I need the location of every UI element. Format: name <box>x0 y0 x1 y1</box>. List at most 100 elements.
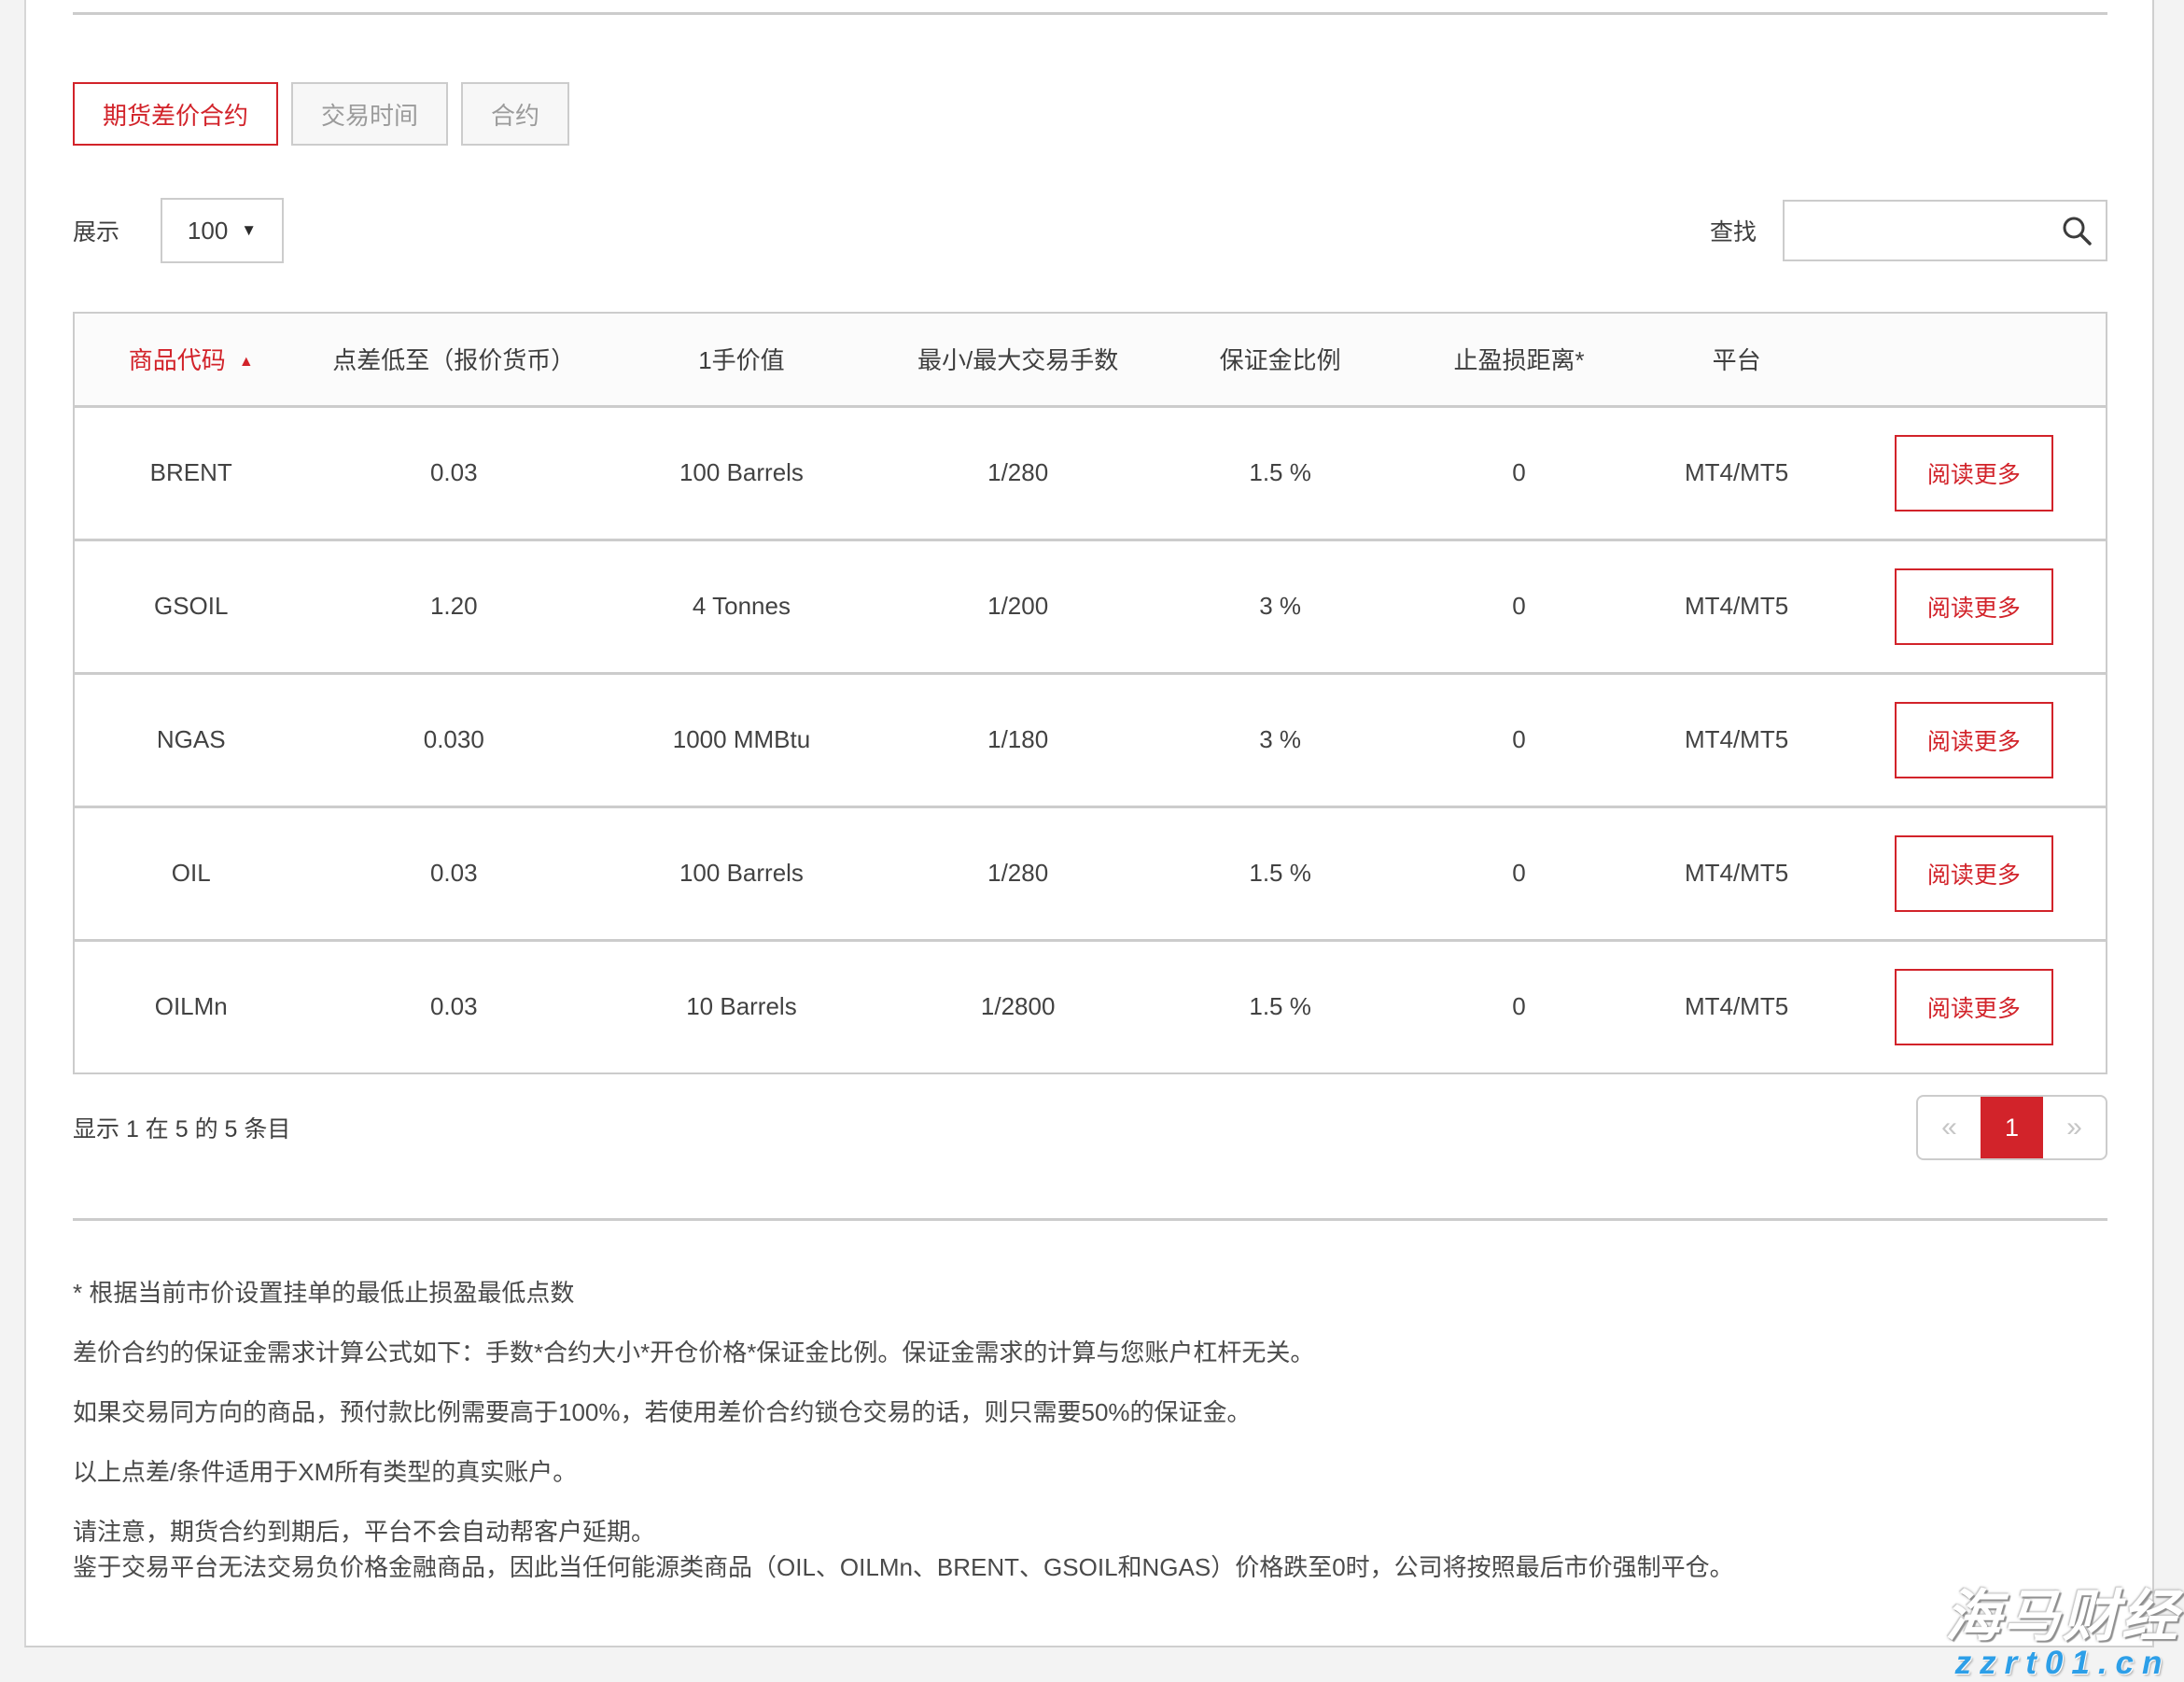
column-label: 点差低至（报价货币） <box>332 346 575 374</box>
note-margin-formula: 差价合约的保证金需求计算公式如下：手数*合约大小*开仓价格*保证金比例。保证金需… <box>73 1335 2107 1370</box>
column-header-min-max[interactable]: 最小/最大交易手数 <box>883 313 1154 406</box>
note-hedged-margin: 如果交易同方向的商品，预付款比例需要高于100%，若使用差价合约锁仓交易的话，则… <box>73 1395 2107 1430</box>
column-header-stop-distance[interactable]: 止盈损距离* <box>1407 313 1631 406</box>
cell-margin: 1.5 % <box>1154 940 1407 1073</box>
cell-platform: MT4/MT5 <box>1631 673 1842 806</box>
cell-stop-distance: 0 <box>1407 673 1631 806</box>
caret-down-icon: ▼ <box>241 221 257 240</box>
page-size-value: 100 <box>188 217 228 245</box>
show-label: 展示 <box>73 214 119 247</box>
cell-min-max: 1/280 <box>883 806 1154 940</box>
cell-stop-distance: 0 <box>1407 406 1631 540</box>
table-controls: 展示 100 ▼ 查找 <box>73 198 2107 263</box>
cell-lot-value: 100 Barrels <box>600 406 883 540</box>
read-more-button[interactable]: 阅读更多 <box>1895 835 2053 912</box>
cell-min-max: 1/2800 <box>883 940 1154 1073</box>
cell-action: 阅读更多 <box>1842 406 2107 540</box>
table-row: OILMn 0.03 10 Barrels 1/2800 1.5 % 0 MT4… <box>74 940 2107 1073</box>
table-footer: 显示 1 在 5 的 5 条目 « 1 » <box>73 1095 2107 1160</box>
tab-bar: 期货差价合约 交易时间 合约 <box>73 82 2107 146</box>
watermark-url: zzrt01.cn <box>1945 1645 2180 1682</box>
cell-spread: 1.20 <box>307 540 600 673</box>
table-row: NGAS 0.030 1000 MMBtu 1/180 3 % 0 MT4/MT… <box>74 673 2107 806</box>
table-header-row: 商品代码 ▲ 点差低至（报价货币） 1手价值 最小/最大交易手数 保证金比例 止盈… <box>74 313 2107 406</box>
note-expiry: 请注意，期货合约到期后，平台不会自动帮客户延期。 <box>73 1514 2107 1549</box>
cell-lot-value: 100 Barrels <box>600 806 883 940</box>
table-row: GSOIL 1.20 4 Tonnes 1/200 3 % 0 MT4/MT5 … <box>74 540 2107 673</box>
read-more-button[interactable]: 阅读更多 <box>1895 969 2053 1045</box>
content-panel: 期货差价合约 交易时间 合约 展示 100 ▼ 查找 <box>24 0 2154 1647</box>
note-negative-prices: 鉴于交易平台无法交易负价格金融商品，因此当任何能源类商品（OIL、OILMn、B… <box>73 1549 2107 1585</box>
column-label: 保证金比例 <box>1220 346 1341 374</box>
cell-action: 阅读更多 <box>1842 540 2107 673</box>
search-label: 查找 <box>1710 214 1757 247</box>
pagination-next-button[interactable]: » <box>2043 1097 2106 1158</box>
cell-action: 阅读更多 <box>1842 673 2107 806</box>
cell-stop-distance: 0 <box>1407 940 1631 1073</box>
column-header-platform[interactable]: 平台 <box>1631 313 1842 406</box>
cell-lot-value: 4 Tonnes <box>600 540 883 673</box>
cell-spread: 0.030 <box>307 673 600 806</box>
cell-platform: MT4/MT5 <box>1631 940 1842 1073</box>
cell-margin: 1.5 % <box>1154 406 1407 540</box>
tab-trading-hours[interactable]: 交易时间 <box>291 82 448 146</box>
cell-spread: 0.03 <box>307 406 600 540</box>
cell-platform: MT4/MT5 <box>1631 540 1842 673</box>
note-stop-levels: * 根据当前市价设置挂单的最低止损盈最低点数 <box>73 1275 2107 1311</box>
page-size-select[interactable]: 100 ▼ <box>161 198 284 263</box>
cell-margin: 3 % <box>1154 673 1407 806</box>
column-label: 止盈损距离* <box>1453 346 1584 374</box>
instruments-table: 商品代码 ▲ 点差低至（报价货币） 1手价值 最小/最大交易手数 保证金比例 止盈… <box>73 312 2107 1074</box>
column-label: 平台 <box>1713 346 1761 374</box>
tab-label: 交易时间 <box>321 97 418 132</box>
cell-stop-distance: 0 <box>1407 806 1631 940</box>
cell-action: 阅读更多 <box>1842 940 2107 1073</box>
read-more-button[interactable]: 阅读更多 <box>1895 435 2053 512</box>
column-label: 1手价值 <box>698 346 784 374</box>
search-icon[interactable] <box>2061 215 2093 251</box>
cell-symbol: BRENT <box>74 406 307 540</box>
cell-action: 阅读更多 <box>1842 806 2107 940</box>
cell-lot-value: 1000 MMBtu <box>600 673 883 806</box>
pagination-prev-button[interactable]: « <box>1918 1097 1981 1158</box>
search-area: 查找 <box>1710 200 2107 261</box>
notes-section: * 根据当前市价设置挂单的最低止损盈最低点数 差价合约的保证金需求计算公式如下：… <box>73 1275 2107 1585</box>
read-more-button[interactable]: 阅读更多 <box>1895 568 2053 645</box>
cell-symbol: GSOIL <box>74 540 307 673</box>
column-header-actions <box>1842 313 2107 406</box>
pagination: « 1 » <box>1916 1095 2107 1160</box>
top-divider <box>73 12 2107 15</box>
cell-platform: MT4/MT5 <box>1631 806 1842 940</box>
column-label: 最小/最大交易手数 <box>917 346 1118 374</box>
cell-margin: 1.5 % <box>1154 806 1407 940</box>
cell-symbol: NGAS <box>74 673 307 806</box>
cell-spread: 0.03 <box>307 940 600 1073</box>
cell-platform: MT4/MT5 <box>1631 406 1842 540</box>
column-header-symbol[interactable]: 商品代码 ▲ <box>74 313 307 406</box>
cell-min-max: 1/280 <box>883 406 1154 540</box>
cell-lot-value: 10 Barrels <box>600 940 883 1073</box>
cell-min-max: 1/200 <box>883 540 1154 673</box>
results-summary: 显示 1 在 5 的 5 条目 <box>73 1111 290 1144</box>
tab-futures-cfd[interactable]: 期货差价合约 <box>73 82 278 146</box>
read-more-button[interactable]: 阅读更多 <box>1895 702 2053 778</box>
column-label: 商品代码 <box>129 346 226 374</box>
cell-spread: 0.03 <box>307 806 600 940</box>
cell-symbol: OILMn <box>74 940 307 1073</box>
column-header-spread[interactable]: 点差低至（报价货币） <box>307 313 600 406</box>
tab-contracts[interactable]: 合约 <box>461 82 569 146</box>
tab-label: 期货差价合约 <box>103 97 248 132</box>
search-box <box>1783 200 2107 261</box>
column-header-lot-value[interactable]: 1手价值 <box>600 313 883 406</box>
table-row: BRENT 0.03 100 Barrels 1/280 1.5 % 0 MT4… <box>74 406 2107 540</box>
cell-min-max: 1/180 <box>883 673 1154 806</box>
column-header-margin[interactable]: 保证金比例 <box>1154 313 1407 406</box>
pagination-page-1[interactable]: 1 <box>1981 1097 2043 1158</box>
cell-symbol: OIL <box>74 806 307 940</box>
section-divider <box>73 1218 2107 1221</box>
sort-asc-icon: ▲ <box>239 354 254 370</box>
table-row: OIL 0.03 100 Barrels 1/280 1.5 % 0 MT4/M… <box>74 806 2107 940</box>
note-account-types: 以上点差/条件适用于XM所有类型的真实账户。 <box>73 1454 2107 1490</box>
tab-label: 合约 <box>491 97 539 132</box>
cell-margin: 3 % <box>1154 540 1407 673</box>
